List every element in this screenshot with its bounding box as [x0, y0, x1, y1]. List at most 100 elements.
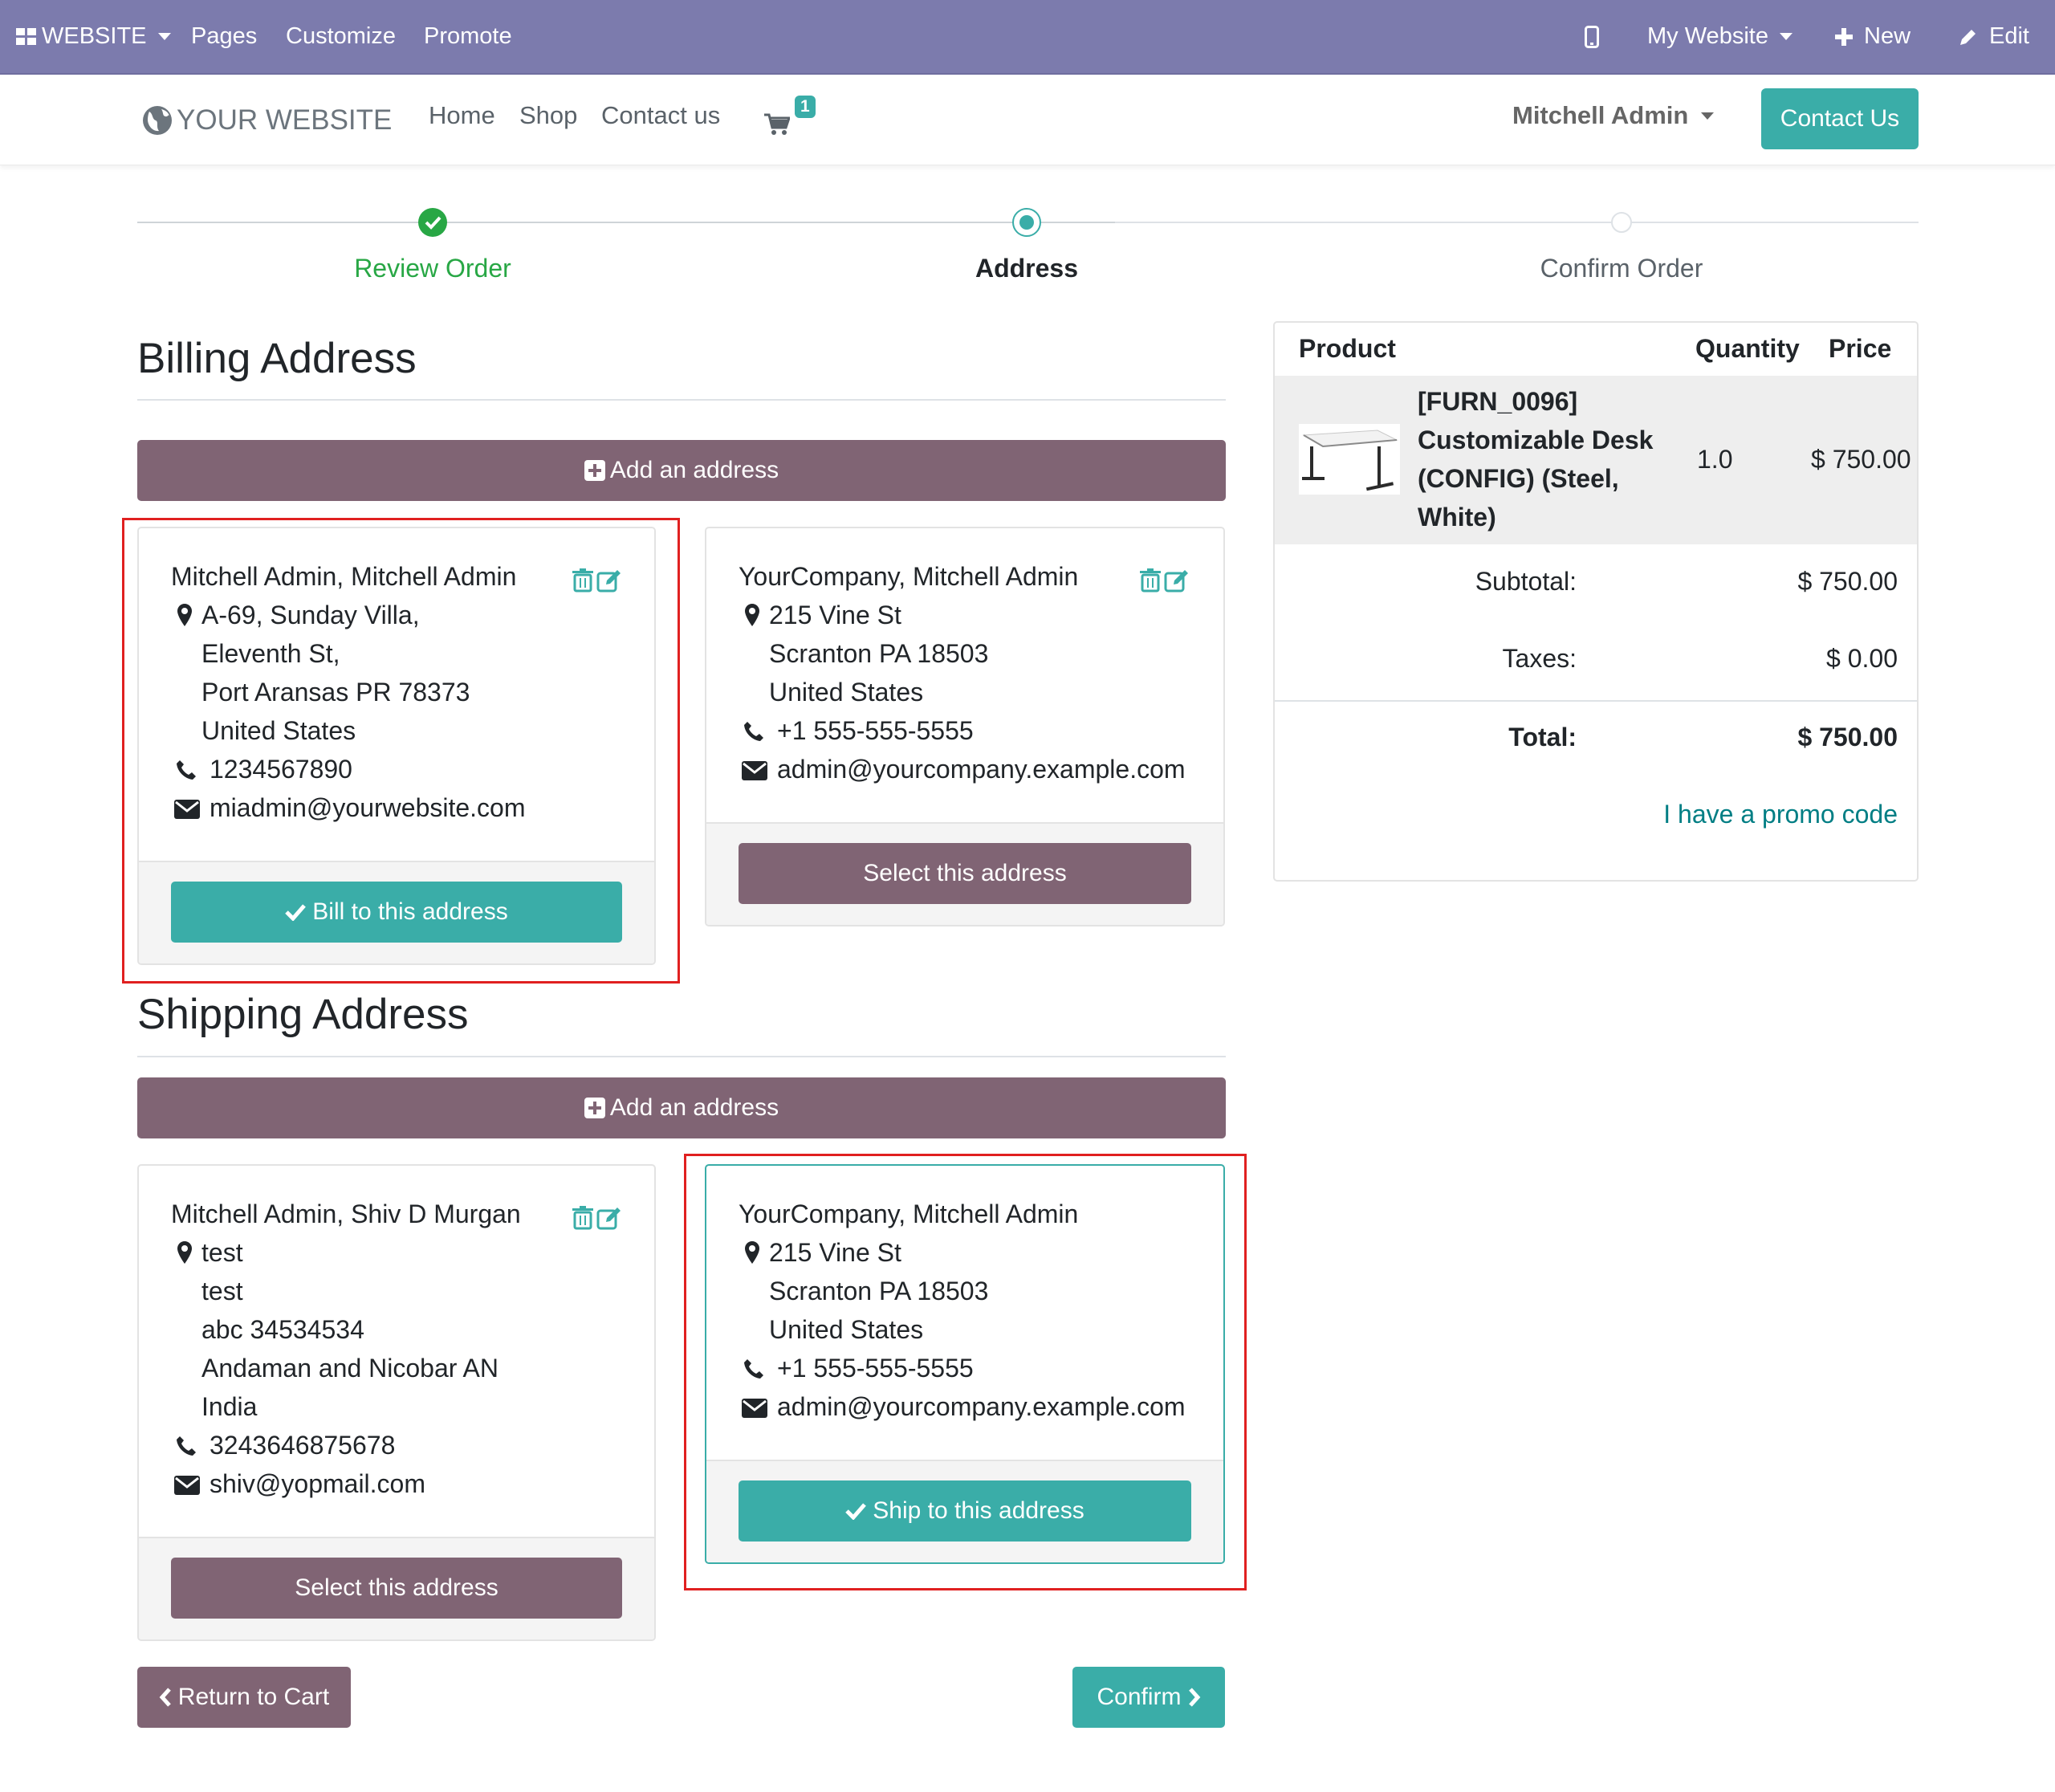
taxes-value: $ 0.00 — [1826, 644, 1898, 673]
product-image — [1299, 424, 1400, 495]
address-line: India — [201, 1392, 258, 1421]
envelope-icon — [742, 761, 767, 780]
cart-count-badge: 1 — [795, 96, 816, 118]
chevron-down-icon — [1779, 33, 1793, 40]
card-footer: Select this address — [139, 1537, 654, 1639]
trash-icon[interactable] — [1140, 568, 1161, 593]
phone-icon — [176, 1436, 197, 1456]
logo-text: YOUR WEBSITE — [177, 104, 393, 136]
address-line: 215 Vine St — [769, 601, 901, 629]
address-phone: +1 555-555-5555 — [777, 716, 974, 745]
divider — [1275, 700, 1917, 702]
step-review-order[interactable]: Review Order — [354, 254, 511, 283]
menu-customize[interactable]: Customize — [286, 0, 396, 73]
product-name-line: White) — [1418, 503, 1496, 531]
pending-step-icon — [1611, 212, 1632, 233]
apps-menu[interactable]: WEBSITE — [16, 0, 171, 73]
select-this-address-button[interactable]: Select this address — [171, 1558, 622, 1619]
promo-code-link[interactable]: I have a promo code — [1663, 800, 1898, 829]
new-button[interactable]: New — [1835, 0, 1911, 73]
trash-icon[interactable] — [572, 1206, 593, 1230]
divider — [137, 399, 1226, 401]
button-label: Confirm — [1097, 1684, 1182, 1710]
new-label: New — [1864, 23, 1911, 49]
nav-contact-us[interactable]: Contact us — [601, 101, 720, 130]
pencil-icon — [1959, 27, 1978, 47]
check-circle-icon — [418, 208, 447, 237]
divider — [137, 1056, 1226, 1057]
menu-pages[interactable]: Pages — [191, 0, 257, 73]
nav-home[interactable]: Home — [429, 101, 495, 130]
billing-title: Billing Address — [137, 335, 417, 382]
map-marker-icon — [745, 604, 759, 626]
website-selector[interactable]: My Website — [1647, 0, 1793, 73]
globe-icon — [141, 104, 173, 136]
progress-line — [137, 222, 1115, 223]
plus-square-icon — [584, 1098, 605, 1118]
menu-promote[interactable]: Promote — [424, 0, 512, 73]
add-billing-address-button[interactable]: Add an address — [137, 440, 1226, 501]
progress-line — [1115, 222, 1919, 223]
product-price: $ 750.00 — [1811, 445, 1911, 474]
edit-icon[interactable] — [1164, 568, 1190, 593]
plus-square-icon — [584, 460, 605, 481]
subtotal-label: Subtotal: — [1475, 567, 1577, 596]
site-logo[interactable]: YOUR WEBSITE — [141, 99, 392, 142]
product-name[interactable]: [FURN_0096] Customizable Desk (CONFIG) (… — [1418, 382, 1653, 536]
product-name-line: (CONFIG) (Steel, — [1418, 464, 1619, 493]
highlight-box — [684, 1154, 1247, 1590]
plus-icon — [1835, 27, 1853, 46]
select-this-address-button[interactable]: Select this address — [739, 843, 1191, 904]
address-name: Mitchell Admin, Shiv D Murgan — [171, 1199, 521, 1228]
address-line: test — [201, 1277, 243, 1305]
nav-shop[interactable]: Shop — [519, 101, 577, 130]
taxes-label: Taxes: — [1502, 644, 1577, 673]
add-address-label: Add an address — [609, 457, 779, 483]
website-selector-label: My Website — [1647, 23, 1768, 49]
return-to-cart-button[interactable]: Return to Cart — [137, 1667, 351, 1728]
contact-us-button[interactable]: Contact Us — [1761, 88, 1919, 149]
user-name: Mitchell Admin — [1512, 101, 1689, 129]
chevron-down-icon — [157, 33, 171, 40]
address-line: Andaman and Nicobar AN — [201, 1354, 498, 1383]
mobile-icon — [1585, 25, 1599, 48]
app-label: WEBSITE — [42, 23, 147, 49]
edit-icon[interactable] — [596, 1206, 622, 1230]
admin-bar: WEBSITE Pages Customize Promote My Websi… — [0, 0, 2055, 75]
highlight-box — [122, 518, 680, 984]
edit-label: Edit — [1989, 23, 2029, 49]
add-shipping-address-button[interactable]: Add an address — [137, 1077, 1226, 1138]
map-marker-icon — [177, 1241, 192, 1264]
step-address: Address — [975, 254, 1079, 283]
apps-grid-icon — [16, 27, 37, 46]
order-line: [FURN_0096] Customizable Desk (CONFIG) (… — [1275, 376, 1917, 544]
confirm-button[interactable]: Confirm — [1072, 1667, 1225, 1728]
chevron-right-icon — [1188, 1687, 1201, 1708]
site-header: YOUR WEBSITE Home Shop Contact us 1 Mitc… — [0, 75, 2055, 165]
add-address-label: Add an address — [609, 1094, 779, 1121]
current-step-icon — [1012, 208, 1041, 237]
address-line: abc 34534534 — [201, 1315, 364, 1344]
user-menu[interactable]: Mitchell Admin — [1512, 101, 1715, 130]
card-footer: Select this address — [706, 822, 1223, 925]
edit-button[interactable]: Edit — [1959, 0, 2029, 73]
address-line: United States — [769, 678, 924, 707]
billing-address-card: YourCompany, Mitchell Admin 215 Vine St … — [705, 527, 1225, 927]
envelope-icon — [174, 1476, 200, 1495]
address-line: Scranton PA 18503 — [769, 639, 989, 668]
address-email: admin@yourcompany.example.com — [777, 755, 1186, 784]
total-label: Total: — [1508, 723, 1577, 751]
button-label: Return to Cart — [177, 1684, 330, 1710]
cart-icon — [764, 113, 790, 136]
column-header-price: Price — [1829, 334, 1892, 363]
total-value: $ 750.00 — [1797, 723, 1898, 751]
chevron-left-icon — [159, 1687, 172, 1708]
cart-link[interactable]: 1 — [764, 96, 828, 144]
address-line: test — [201, 1238, 243, 1267]
mobile-preview-button[interactable] — [1585, 0, 1599, 73]
chevron-down-icon — [1701, 112, 1715, 120]
product-name-line: Customizable Desk — [1418, 426, 1654, 454]
address-email: shiv@yopmail.com — [210, 1469, 425, 1498]
product-name-line: [FURN_0096] — [1418, 387, 1578, 416]
product-quantity: 1.0 — [1697, 445, 1733, 474]
